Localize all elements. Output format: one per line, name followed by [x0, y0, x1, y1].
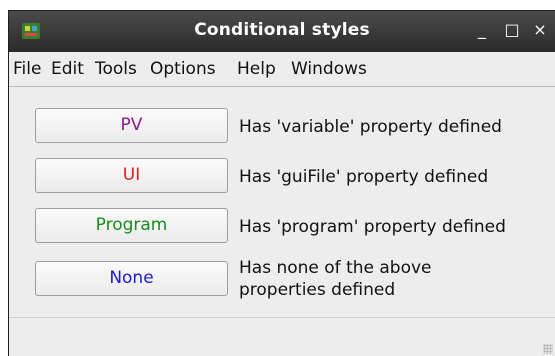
- menu-help[interactable]: Help: [237, 59, 276, 79]
- menu-file[interactable]: File: [13, 59, 41, 79]
- menu-windows[interactable]: Windows: [291, 59, 367, 79]
- status-bar: [9, 317, 555, 356]
- none-description-line-1: Has none of the above: [239, 258, 432, 278]
- program-button[interactable]: Program: [35, 208, 228, 243]
- none-description-line-2: properties defined: [239, 280, 396, 300]
- menu-bar: File Edit Tools Options Help Windows: [9, 52, 555, 87]
- pv-description: Has 'variable' property defined: [239, 117, 502, 137]
- maximize-button[interactable]: □: [502, 19, 522, 41]
- program-description: Has 'program' property defined: [239, 217, 506, 237]
- menu-options[interactable]: Options: [150, 59, 216, 79]
- title-bar[interactable]: Conditional styles _ □ ×: [9, 11, 555, 52]
- menu-edit[interactable]: Edit: [51, 59, 84, 79]
- resize-grip-icon[interactable]: [543, 344, 553, 354]
- close-button[interactable]: ×: [530, 19, 550, 41]
- minimize-button[interactable]: _: [472, 19, 492, 41]
- ui-button[interactable]: UI: [35, 158, 228, 193]
- none-button[interactable]: None: [35, 261, 228, 296]
- ui-description: Has 'guiFile' property defined: [239, 167, 489, 187]
- conditional-styles-window: Conditional styles _ □ × File Edit Tools…: [8, 10, 555, 356]
- pv-button[interactable]: PV: [35, 108, 228, 143]
- none-description: Has none of the above properties defined: [239, 257, 432, 301]
- menu-tools[interactable]: Tools: [95, 59, 137, 79]
